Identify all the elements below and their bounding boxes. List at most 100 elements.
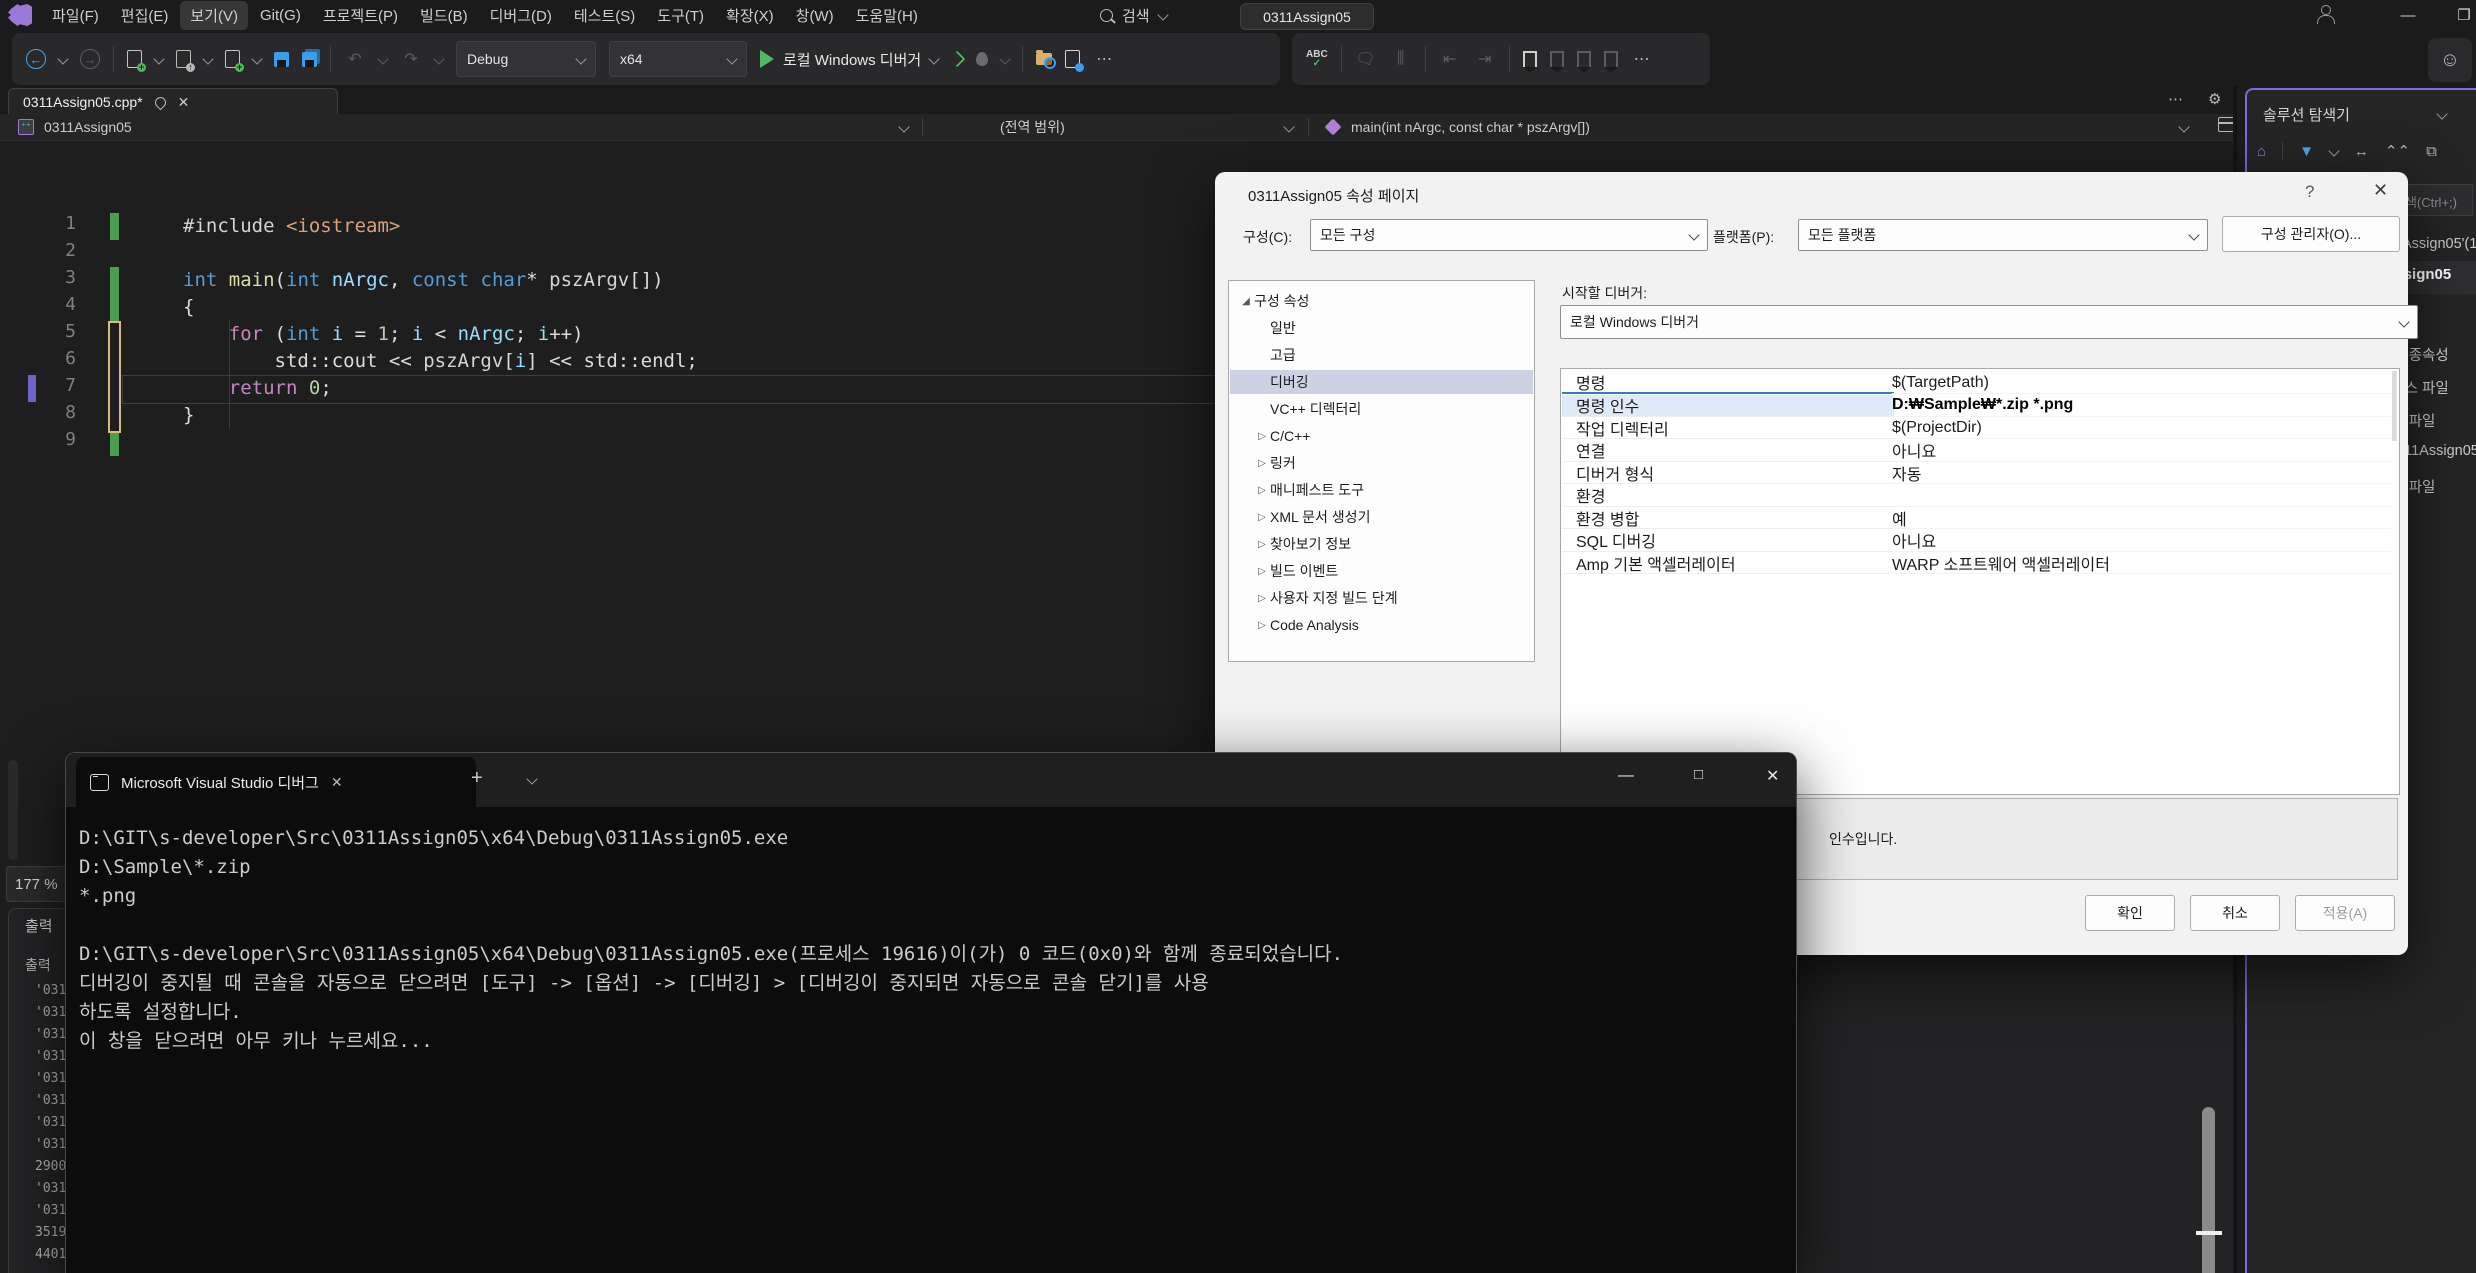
undo-chevron-icon[interactable] xyxy=(377,53,388,64)
menu-item[interactable]: 디버그(D) xyxy=(480,1,562,30)
document-outline-icon[interactable] xyxy=(1065,50,1080,68)
property-grid-row[interactable]: 연결아니요 xyxy=(1562,440,2391,462)
dialog-property-tree[interactable]: ◢구성 속성일반고급디버깅VC++ 디렉터리▷C/C++▷링커▷매니페스트 도구… xyxy=(1228,280,1535,662)
console-title-bar[interactable]: Microsoft Visual Studio 디버그 ✕ + — □ ✕ xyxy=(66,753,1796,807)
menu-item[interactable]: 파일(F) xyxy=(42,1,109,30)
debug-property-grid[interactable]: 명령$(TargetPath)명령 인수D:₩Sample₩*.zip *.pn… xyxy=(1560,368,2400,795)
apply-button-disabled[interactable]: 적용(A) xyxy=(2295,895,2395,931)
console-tab[interactable]: Microsoft Visual Studio 디버그 ✕ xyxy=(76,757,476,807)
solution-configuration-dropdown[interactable]: Debug xyxy=(456,41,596,77)
menu-item[interactable]: 도구(T) xyxy=(647,1,714,30)
find-in-files-icon[interactable] xyxy=(1036,53,1052,65)
property-grid-row[interactable]: 명령$(TargetPath) xyxy=(1562,372,2391,394)
toolbar-overflow-icon[interactable]: ⋯ xyxy=(1093,48,1115,70)
output-scrollbar-thumb[interactable] xyxy=(2202,1107,2215,1273)
code-line[interactable]: int main(int nArgc, const char* pszArgv[… xyxy=(183,267,664,294)
console-minimize-icon[interactable]: — xyxy=(1618,767,1634,785)
dialog-tree-item[interactable]: ▷링커 xyxy=(1230,451,1533,475)
add-item-icon[interactable]: + xyxy=(225,50,240,68)
hot-reload-chevron-icon[interactable] xyxy=(1000,53,1011,64)
code-line[interactable]: } xyxy=(183,402,194,429)
filter-chevron-icon[interactable] xyxy=(2328,145,2339,156)
code-line[interactable]: { xyxy=(183,294,194,321)
close-console-tab-icon[interactable]: ✕ xyxy=(331,774,343,791)
configuration-manager-button[interactable]: 구성 관리자(O)... xyxy=(2222,216,2400,252)
start-without-debugging-icon[interactable] xyxy=(949,51,966,68)
dialog-tree-item[interactable]: ◢구성 속성 xyxy=(1230,289,1533,313)
dialog-tree-item[interactable]: ▷사용자 지정 빌드 단계 xyxy=(1230,586,1533,610)
grid-scrollbar-thumb[interactable] xyxy=(2392,371,2397,441)
open-file-icon[interactable]: ↑ xyxy=(176,50,191,68)
pending-changes-filter-icon[interactable]: ▼ xyxy=(2299,143,2314,160)
property-grid-row[interactable]: 작업 디렉터리$(ProjectDir) xyxy=(1562,417,2391,439)
spell-check-icon[interactable]: ABC✓ xyxy=(1306,50,1328,68)
menu-item[interactable]: Git(G) xyxy=(250,3,311,28)
platform-dropdown[interactable]: 모든 플랫폼 xyxy=(1798,219,2208,251)
ok-button[interactable]: 확인 xyxy=(2085,895,2175,931)
dialog-help-icon[interactable]: ? xyxy=(2305,182,2314,202)
navbar-function-dropdown[interactable]: main(int nArgc, const char * pszArgv[]) xyxy=(1315,116,2205,138)
solution-platform-dropdown[interactable]: x64 xyxy=(609,41,747,77)
dialog-tree-item[interactable]: ▷XML 문서 생성기 xyxy=(1230,505,1533,529)
minimize-button[interactable]: — xyxy=(2386,0,2430,30)
close-tab-icon[interactable]: ✕ xyxy=(178,94,190,111)
window-title-box[interactable]: 0311Assign05 xyxy=(1240,3,1374,30)
property-grid-row[interactable]: 환경 병합예 xyxy=(1562,507,2391,529)
user-account-icon[interactable] xyxy=(2316,5,2336,25)
save-all-icon[interactable] xyxy=(302,52,317,67)
navigate-forward-icon[interactable]: → xyxy=(80,49,100,69)
new-file-icon[interactable]: + xyxy=(127,50,142,68)
toolbar-overflow-icon[interactable]: ⋯ xyxy=(1631,48,1653,70)
code-line[interactable]: for (int i = 1; i < nArgc; i++) xyxy=(183,321,584,348)
previous-bookmark-icon[interactable] xyxy=(1550,51,1564,67)
menu-item[interactable]: 프로젝트(P) xyxy=(313,1,408,30)
maximize-button[interactable]: ❐ xyxy=(2442,0,2476,30)
property-grid-row[interactable]: Amp 기본 액셀러레이터WARP 소프트웨어 액셀러레이터 xyxy=(1562,552,2391,574)
search-menu[interactable]: 검색 xyxy=(1100,0,1167,30)
property-grid-row[interactable]: 명령 인수D:₩Sample₩*.zip *.png xyxy=(1562,395,2391,417)
properties-copy-icon[interactable]: ⧉ xyxy=(2426,143,2437,160)
format-document-icon[interactable]: ⫼ xyxy=(1390,48,1412,70)
output-source-label[interactable]: 출력 xyxy=(25,955,51,975)
sync-with-active-document-icon[interactable]: ↔ xyxy=(2354,143,2369,160)
navbar-project-dropdown[interactable]: ⁺⁺ 0311Assign05 xyxy=(10,116,920,138)
code-line[interactable]: #include <iostream> xyxy=(183,213,400,240)
toggle-bookmark-icon[interactable] xyxy=(1523,51,1537,67)
new-file-chevron-icon[interactable] xyxy=(153,53,164,64)
menu-item[interactable]: 편집(E) xyxy=(111,1,179,30)
tab-overflow-icon[interactable]: ⋯ xyxy=(2168,90,2183,108)
document-tab-active[interactable]: 0311Assign05.cpp* ✕ xyxy=(8,88,338,115)
cancel-button[interactable]: 취소 xyxy=(2190,895,2280,931)
property-grid-row[interactable]: SQL 디버깅아니요 xyxy=(1562,530,2391,552)
menu-item[interactable]: 빌드(B) xyxy=(410,1,478,30)
debugger-dropdown[interactable]: 로컬 Windows 디버거 xyxy=(1560,305,2418,339)
editor-scrollbar-remnant[interactable] xyxy=(8,760,18,860)
editor-settings-gear-icon[interactable]: ⚙ xyxy=(2208,90,2221,108)
feedback-button[interactable]: ☺ xyxy=(2428,38,2472,82)
navigate-back-icon[interactable]: ← xyxy=(26,49,46,69)
increase-indent-icon[interactable]: ⇥ xyxy=(1474,48,1496,70)
dialog-tree-item[interactable]: 디버깅 xyxy=(1230,370,1533,394)
collapse-all-icon[interactable]: ⌃⌃ xyxy=(2385,142,2410,160)
dialog-tree-item[interactable]: 고급 xyxy=(1230,343,1533,367)
code-line[interactable]: std::cout << pszArgv[i] << std::endl; xyxy=(183,348,698,375)
clear-bookmarks-icon[interactable] xyxy=(1604,51,1618,67)
code-line[interactable]: return 0; xyxy=(183,375,332,402)
dialog-tree-item[interactable]: ▷C/C++ xyxy=(1230,424,1533,448)
property-grid-row[interactable]: 디버거 형식자동 xyxy=(1562,462,2391,484)
comment-icon[interactable]: 🗨 xyxy=(1355,48,1377,70)
next-bookmark-icon[interactable] xyxy=(1577,51,1591,67)
pin-icon[interactable] xyxy=(152,94,168,110)
dialog-close-icon[interactable]: ✕ xyxy=(2373,180,2388,201)
add-item-chevron-icon[interactable] xyxy=(251,53,262,64)
menu-item[interactable]: 테스트(S) xyxy=(564,1,645,30)
dialog-tree-item[interactable]: ▷Code Analysis xyxy=(1230,613,1533,637)
redo-icon[interactable]: ↷ xyxy=(400,48,422,70)
console-close-icon[interactable]: ✕ xyxy=(1766,766,1779,786)
dialog-tree-item[interactable]: ▷매니페스트 도구 xyxy=(1230,478,1533,502)
undo-icon[interactable]: ↶ xyxy=(344,48,366,70)
open-file-chevron-icon[interactable] xyxy=(202,53,213,64)
navbar-scope-dropdown[interactable]: (전역 범위) xyxy=(925,116,1305,138)
tab-dropdown-chevron-icon[interactable] xyxy=(526,773,537,784)
configuration-dropdown[interactable]: 모든 구성 xyxy=(1310,219,1708,251)
